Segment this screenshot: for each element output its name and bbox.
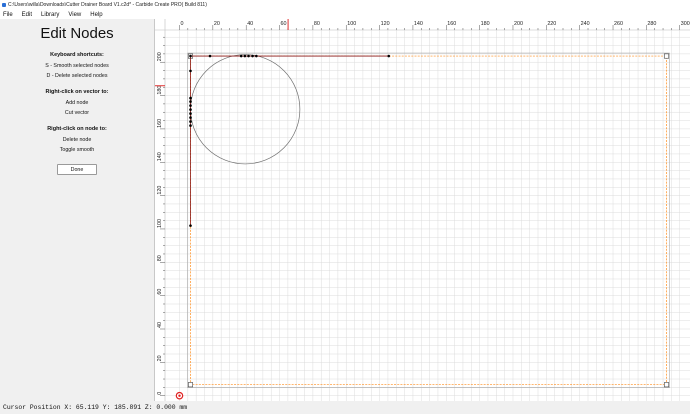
- vector-node: [189, 116, 192, 119]
- vector-node: [189, 224, 192, 227]
- x-tick-label: 0: [181, 21, 184, 27]
- stock-outline: [190, 55, 667, 386]
- circle-vector: [190, 54, 301, 165]
- x-tick-label: 180: [481, 21, 490, 27]
- vector-node: [189, 108, 192, 111]
- vector-node: [189, 124, 192, 127]
- x-tick-label: 20: [214, 21, 220, 27]
- y-tick-label: 0: [157, 392, 163, 395]
- vector-node: [189, 104, 192, 107]
- toggle-smooth-text: Toggle smooth: [59, 147, 95, 153]
- vector-node: [189, 54, 192, 58]
- edit-nodes-panel: Edit Nodes Keyboard shortcuts: S - Smoot…: [0, 19, 154, 401]
- x-tick-label: 240: [581, 21, 590, 27]
- node-menu-heading: Right-click on node to:: [47, 126, 107, 132]
- x-tick-label: 300: [681, 21, 690, 27]
- menu-edit[interactable]: Edit: [22, 12, 32, 18]
- status-bar: Cursor Position X: 65.119 Y: 185.891 Z: …: [0, 401, 690, 414]
- x-tick-label: 140: [414, 21, 423, 27]
- x-tick-label: 220: [547, 21, 556, 27]
- y-tick-label: 20: [157, 355, 163, 361]
- done-button[interactable]: Done: [57, 164, 97, 175]
- menu-view[interactable]: View: [68, 12, 81, 18]
- x-tick-label: 100: [347, 21, 356, 27]
- origin-marker-dot: [178, 394, 181, 397]
- add-node-text: Add node: [65, 100, 89, 106]
- y-tick-label: 40: [157, 322, 163, 328]
- x-tick-label: 60: [281, 21, 287, 27]
- y-tick-label: 120: [157, 186, 163, 195]
- delete-node-text: Delete node: [62, 137, 92, 143]
- corner-handle: [664, 53, 670, 59]
- y-tick-label: 60: [157, 289, 163, 295]
- x-tick-label: 200: [514, 21, 523, 27]
- x-tick-label: 80: [314, 21, 320, 27]
- window-titlebar: C:\Users\willa\Downloads\Cutter Drainer …: [0, 0, 690, 10]
- corner-handle: [188, 382, 194, 388]
- vector-node: [387, 54, 391, 58]
- x-tick-label: 160: [447, 21, 456, 27]
- shortcuts-heading: Keyboard shortcuts:: [50, 52, 104, 58]
- vector-node: [251, 54, 254, 58]
- app-icon: [2, 3, 6, 7]
- design-canvas[interactable]: 0 20 40 60 80 100 120 140 160 180 200 220 240 260 280 3…: [154, 19, 690, 401]
- vector-node: [239, 54, 243, 58]
- shortcut-delete: D - Delete selected nodes: [46, 73, 108, 79]
- vector-node: [189, 96, 192, 100]
- vector-node: [208, 54, 212, 58]
- corner-handle: [664, 382, 670, 388]
- y-tick-label: 100: [157, 219, 163, 228]
- y-tick-label: 180: [157, 86, 163, 95]
- x-tick-label: 120: [381, 21, 390, 27]
- cursor-position-readout: Cursor Position X: 65.119 Y: 185.891 Z: …: [3, 404, 188, 411]
- menu-help[interactable]: Help: [90, 12, 102, 18]
- vector-node: [189, 69, 192, 73]
- grid: [165, 30, 690, 401]
- vector-node: [243, 54, 247, 58]
- shortcut-smooth: S - Smooth selected nodes: [45, 63, 109, 69]
- menu-bar: File Edit Library View Help: [0, 10, 690, 19]
- window-title: C:\Users\willa\Downloads\Cutter Drainer …: [8, 2, 207, 8]
- x-tick-label: 280: [647, 21, 656, 27]
- x-tick-label: 260: [614, 21, 623, 27]
- x-tick-label: 40: [247, 21, 253, 27]
- vector-node: [247, 54, 250, 58]
- left-ruler: [155, 19, 165, 401]
- design-layer[interactable]: [175, 52, 670, 400]
- vector-menu-heading: Right-click on vector to:: [45, 89, 109, 95]
- panel-title: Edit Nodes: [40, 25, 114, 42]
- vector-node: [255, 54, 258, 58]
- vector-node: [189, 100, 192, 103]
- canvas-drawing[interactable]: 0 20 40 60 80 100 120 140 160 180 200 220 240 260 280 3…: [155, 19, 690, 401]
- vector-node: [189, 120, 192, 123]
- y-tick-label: 200: [157, 52, 163, 61]
- vector-node: [189, 112, 192, 115]
- menu-file[interactable]: File: [3, 12, 13, 18]
- y-tick-label: 140: [157, 152, 163, 161]
- menu-library[interactable]: Library: [41, 12, 59, 18]
- cut-vector-text: Cut vector: [64, 110, 90, 116]
- y-tick-label: 80: [157, 255, 163, 261]
- rulers: 0 20 40 60 80 100 120 140 160 180 200 220 240 260 280 3…: [155, 19, 690, 401]
- y-tick-label: 160: [157, 119, 163, 128]
